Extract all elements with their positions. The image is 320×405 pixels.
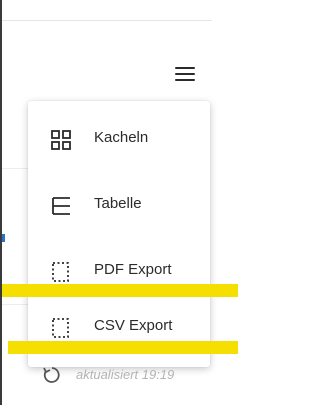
hamburger-menu-icon[interactable] [175, 66, 195, 82]
view-options-menu: Kacheln Tabelle PDF Export CSV Export [28, 101, 210, 367]
highlight-marker [8, 341, 238, 354]
menu-item-kacheln[interactable]: Kacheln [28, 113, 210, 165]
left-panel-edge [0, 0, 2, 405]
pdf-export-icon [52, 262, 69, 282]
table-list-icon [52, 197, 70, 215]
menu-item-label: Tabelle [94, 195, 142, 212]
tiles-grid-icon [51, 130, 71, 150]
menu-item-label: PDF Export [94, 261, 172, 278]
menu-item-label: Kacheln [94, 129, 149, 146]
last-updated-text: aktualisiert 19:19 [76, 367, 175, 382]
top-divider [2, 20, 212, 21]
menu-item-label: CSV Export [94, 317, 173, 334]
highlight-marker [2, 284, 238, 297]
csv-export-icon [52, 318, 69, 338]
background-accent-mark [2, 234, 5, 242]
refresh-icon[interactable] [42, 366, 62, 384]
menu-item-tabelle[interactable]: Tabelle [28, 179, 210, 231]
